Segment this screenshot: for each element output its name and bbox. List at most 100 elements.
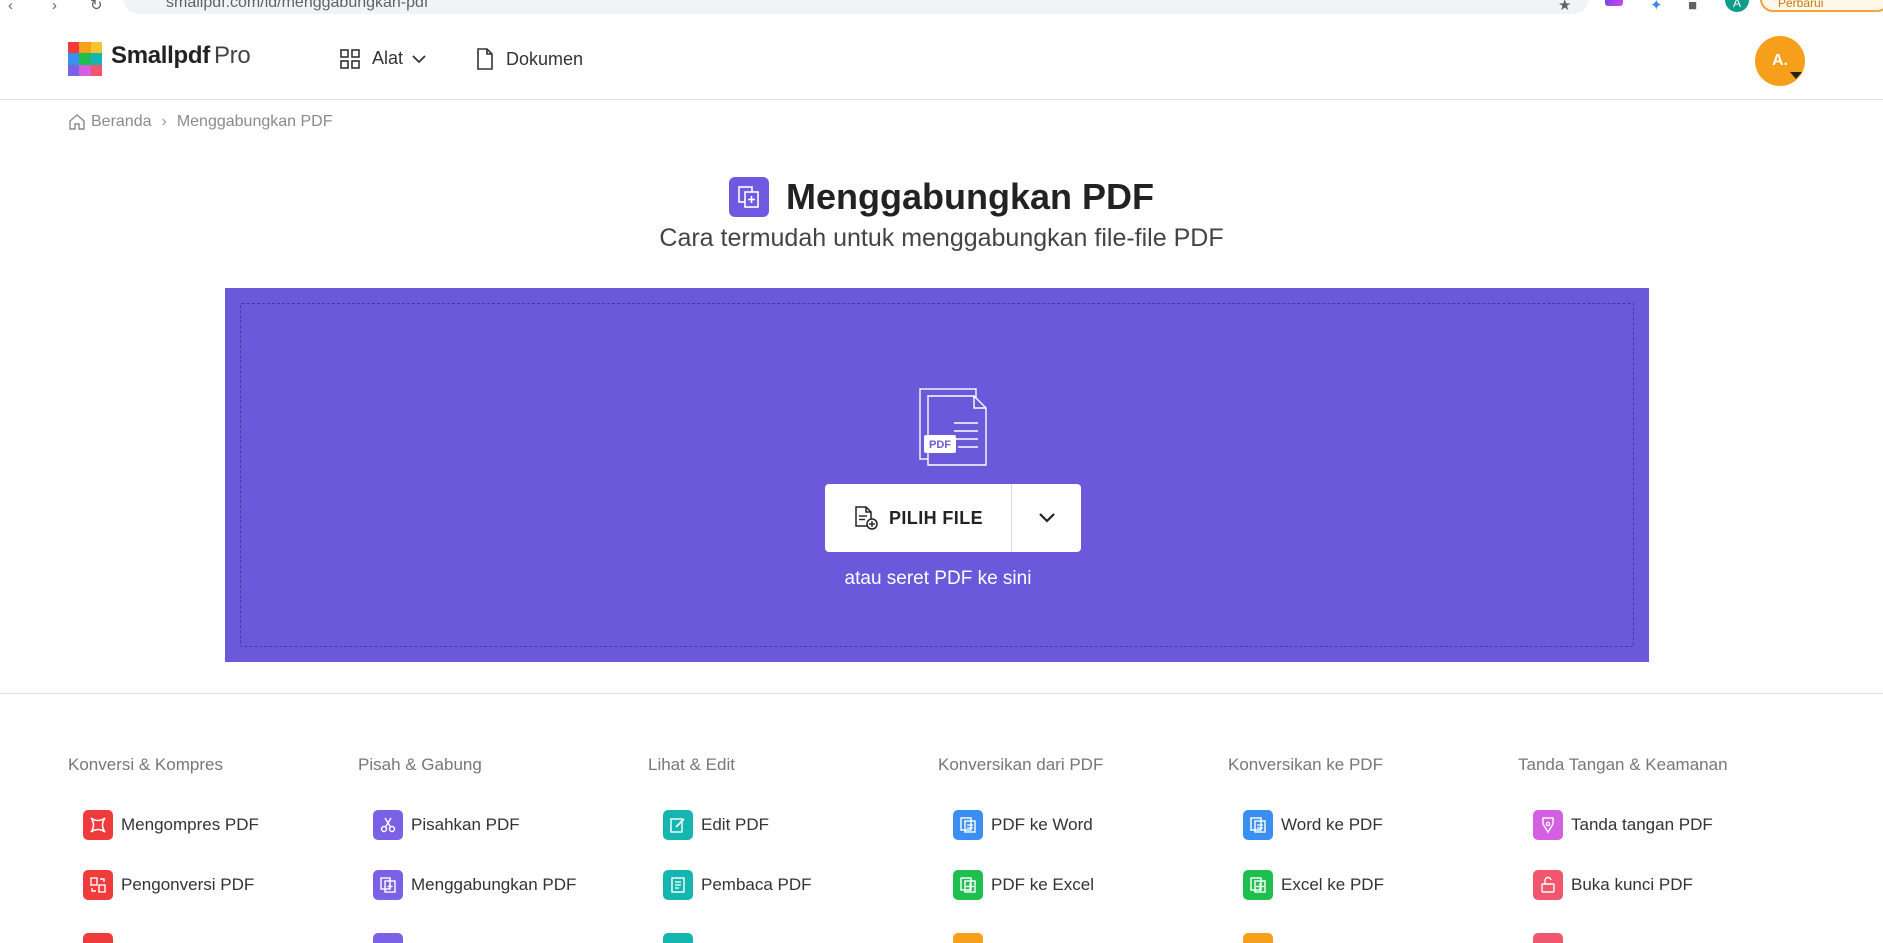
tool-link[interactable]: Pengonversi PDF <box>83 870 254 900</box>
forward-icon[interactable]: › <box>52 0 57 13</box>
nav-documents-label: Dokumen <box>506 48 584 69</box>
address-text[interactable]: smallpdf.com/id/menggabungkan-pdf <box>166 0 428 12</box>
tool-link-label: Menggabungkan PDF <box>411 875 577 894</box>
convert-icon <box>83 870 113 900</box>
file-add-icon <box>855 506 878 530</box>
breadcrumb-home-label: Beranda <box>91 113 152 130</box>
smallpdf-logo-icon[interactable] <box>68 42 102 76</box>
chevron-down-icon <box>412 54 426 63</box>
tool-link-label: Pembaca PDF <box>701 875 812 894</box>
choose-file-button[interactable]: PILIH FILE <box>825 484 1012 552</box>
breadcrumb: Beranda › Menggabungkan PDF <box>68 113 332 131</box>
back-icon[interactable]: ‹ <box>8 0 13 13</box>
choose-file-button-group: PILIH FILE <box>825 484 1081 552</box>
reload-icon[interactable]: ↻ <box>90 0 103 13</box>
chevron-down-icon <box>1038 513 1055 523</box>
tool-link-label: Word ke PDF <box>1281 815 1383 834</box>
tool-icon-partial <box>373 933 403 943</box>
brand-name[interactable]: Smallpdf Pro <box>111 42 251 70</box>
tool-column-title: Lihat & Edit <box>648 755 735 774</box>
browser-chrome: ‹ › ↻ smallpdf.com/id/menggabungkan-pdf … <box>0 0 1883 20</box>
tool-column: Konversi & Kompres Mengompres PDF Pengonve… <box>68 755 358 900</box>
tool-icon-partial <box>83 933 113 943</box>
tool-link-label: Mengompres PDF <box>121 815 259 834</box>
tool-link[interactable]: PDF ke Word <box>953 810 1093 840</box>
choose-file-source-dropdown[interactable] <box>1012 484 1081 552</box>
tool-link[interactable]: Menggabungkan PDF <box>373 870 576 900</box>
tool-column-title: Pisah & Gabung <box>358 755 482 774</box>
tool-link-label: PDF ke Word <box>991 815 1093 834</box>
tool-column: Lihat & Edit Edit PDF Pembaca PDF <box>648 755 938 900</box>
browser-profile-avatar[interactable]: A <box>1725 0 1749 12</box>
tool-link-label: PDF ke Excel <box>991 875 1094 894</box>
avatar-caret-icon[interactable] <box>1790 72 1802 79</box>
tool-column-title: Konversikan ke PDF <box>1228 755 1383 774</box>
tool-link[interactable]: Mengompres PDF <box>83 810 259 840</box>
merge-tool-icon <box>729 177 769 217</box>
tool-column: Tanda Tangan & Keamanan Tanda tangan PDF B… <box>1518 755 1808 900</box>
pdf-illustration-label: PDF <box>929 439 951 451</box>
brand-title: Smallpdf <box>111 42 210 69</box>
tool-link[interactable]: Excel ke PDF <box>1243 870 1384 900</box>
extensions-puzzle-icon[interactable]: ■ <box>1688 0 1697 13</box>
scissors-icon <box>373 810 403 840</box>
extension-icon[interactable] <box>1605 0 1623 6</box>
nav-documents-link[interactable]: Dokumen <box>476 48 583 70</box>
nav-tools-label: Alat <box>372 48 404 68</box>
tool-link-label: Excel ke PDF <box>1281 875 1384 894</box>
tool-link[interactable]: Pisahkan PDF <box>373 810 520 840</box>
breadcrumb-home-link[interactable]: Beranda <box>68 113 152 131</box>
page-heading: Menggabungkan PDF <box>0 176 1883 218</box>
brand-pro-label: Pro <box>213 42 251 69</box>
bookmark-star-icon[interactable]: ★ <box>1558 0 1571 13</box>
excel-icon <box>953 870 983 900</box>
breadcrumb-current: Menggabungkan PDF <box>176 113 333 130</box>
tool-link-label: Pengonversi PDF <box>121 875 255 894</box>
tool-icon-partial <box>953 933 983 943</box>
unlock-icon <box>1533 870 1563 900</box>
tool-link-label: Edit PDF <box>701 815 770 834</box>
page-subtitle: Cara termudah untuk menggabungkan file-f… <box>659 224 1224 252</box>
file-dropzone[interactable]: PDF PILIH FILE atau seret PDF ke sini <box>225 288 1649 662</box>
breadcrumb-separator: › <box>161 113 167 130</box>
excel-icon <box>1243 870 1273 900</box>
page-title: Menggabungkan PDF <box>786 176 1154 217</box>
reader-icon <box>663 870 693 900</box>
document-icon <box>477 48 493 70</box>
tool-icon-partial <box>663 933 693 943</box>
tool-link-label: Pisahkan PDF <box>411 815 520 834</box>
merge-icon <box>373 870 403 900</box>
tool-column-title: Tanda Tangan & Keamanan <box>1518 755 1728 774</box>
grid-icon <box>340 48 360 69</box>
pdf-files-icon: PDF <box>919 388 987 466</box>
dropzone-dashed-area[interactable]: PDF PILIH FILE atau seret PDF ke sini <box>240 303 1634 647</box>
browser-update-button[interactable]: Perbarui <box>1760 0 1883 12</box>
compress-icon <box>83 810 113 840</box>
extension-sparkle-icon[interactable]: ✦ <box>1650 0 1663 13</box>
tool-column-title: Konversikan dari PDF <box>938 755 1104 774</box>
tool-icon-partial <box>1533 933 1563 943</box>
tool-column-title: Konversi & Kompres <box>68 755 223 774</box>
tool-link[interactable]: Edit PDF <box>663 810 769 840</box>
section-divider <box>0 693 1883 694</box>
tool-column: Konversikan ke PDF Word ke PDF Excel ke PD… <box>1228 755 1518 900</box>
tool-column: Konversikan dari PDF PDF ke Word PDF ke Ex… <box>938 755 1228 900</box>
tool-link[interactable]: Tanda tangan PDF <box>1533 810 1713 840</box>
sign-icon <box>1533 810 1563 840</box>
word-icon <box>953 810 983 840</box>
tool-link-label: Tanda tangan PDF <box>1571 815 1713 834</box>
tool-link[interactable]: Buka kunci PDF <box>1533 870 1693 900</box>
tool-link[interactable]: Word ke PDF <box>1243 810 1383 840</box>
drop-hint: atau seret PDF ke sini <box>844 568 1032 589</box>
tool-link-label: Buka kunci PDF <box>1571 875 1693 894</box>
tool-link[interactable]: Pembaca PDF <box>663 870 812 900</box>
choose-file-label: PILIH FILE <box>889 507 983 528</box>
edit-icon <box>663 810 693 840</box>
tool-column: Pisah & Gabung Pisahkan PDF Menggabungkan … <box>358 755 648 900</box>
tool-icon-partial <box>1243 933 1273 943</box>
top-nav: Smallpdf Pro Alat Dokumen A. <box>0 20 1883 100</box>
nav-tools-menu[interactable]: Alat <box>340 48 427 69</box>
tool-link[interactable]: PDF ke Excel <box>953 870 1094 900</box>
home-icon <box>69 114 85 130</box>
word-icon <box>1243 810 1273 840</box>
